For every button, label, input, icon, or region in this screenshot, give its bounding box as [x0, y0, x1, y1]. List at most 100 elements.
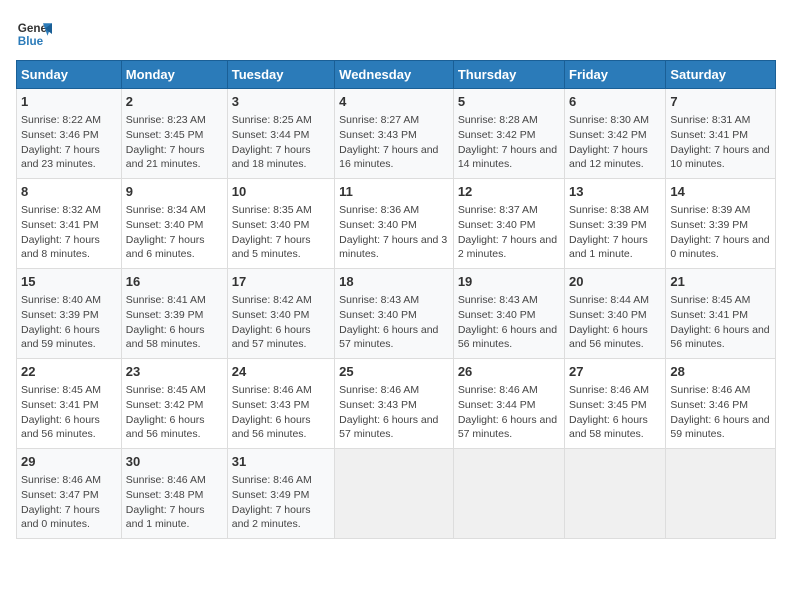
week-row-2: 8 Sunrise: 8:32 AM Sunset: 3:41 PM Dayli… — [17, 179, 776, 269]
day-number: 29 — [21, 453, 117, 471]
header-row: SundayMondayTuesdayWednesdayThursdayFrid… — [17, 61, 776, 89]
logo-icon: General Blue — [16, 16, 52, 52]
day-number: 7 — [670, 93, 771, 111]
day-number: 20 — [569, 273, 661, 291]
day-detail: Sunrise: 8:46 AM Sunset: 3:43 PM Dayligh… — [232, 383, 330, 442]
day-number: 19 — [458, 273, 560, 291]
day-cell: 26 Sunrise: 8:46 AM Sunset: 3:44 PM Dayl… — [453, 359, 564, 449]
day-cell: 16 Sunrise: 8:41 AM Sunset: 3:39 PM Dayl… — [121, 269, 227, 359]
day-detail: Sunrise: 8:37 AM Sunset: 3:40 PM Dayligh… — [458, 203, 560, 262]
day-number: 6 — [569, 93, 661, 111]
day-detail: Sunrise: 8:44 AM Sunset: 3:40 PM Dayligh… — [569, 293, 661, 352]
day-number: 30 — [126, 453, 223, 471]
day-cell: 8 Sunrise: 8:32 AM Sunset: 3:41 PM Dayli… — [17, 179, 122, 269]
day-detail: Sunrise: 8:46 AM Sunset: 3:46 PM Dayligh… — [670, 383, 771, 442]
day-cell: 22 Sunrise: 8:45 AM Sunset: 3:41 PM Dayl… — [17, 359, 122, 449]
day-number: 18 — [339, 273, 449, 291]
day-number: 12 — [458, 183, 560, 201]
day-cell: 10 Sunrise: 8:35 AM Sunset: 3:40 PM Dayl… — [227, 179, 334, 269]
day-detail: Sunrise: 8:45 AM Sunset: 3:42 PM Dayligh… — [126, 383, 223, 442]
day-number: 10 — [232, 183, 330, 201]
day-number: 5 — [458, 93, 560, 111]
day-cell: 21 Sunrise: 8:45 AM Sunset: 3:41 PM Dayl… — [666, 269, 776, 359]
day-number: 28 — [670, 363, 771, 381]
day-cell: 12 Sunrise: 8:37 AM Sunset: 3:40 PM Dayl… — [453, 179, 564, 269]
day-number: 8 — [21, 183, 117, 201]
day-detail: Sunrise: 8:45 AM Sunset: 3:41 PM Dayligh… — [670, 293, 771, 352]
day-cell: 30 Sunrise: 8:46 AM Sunset: 3:48 PM Dayl… — [121, 449, 227, 539]
day-cell: 23 Sunrise: 8:45 AM Sunset: 3:42 PM Dayl… — [121, 359, 227, 449]
week-row-5: 29 Sunrise: 8:46 AM Sunset: 3:47 PM Dayl… — [17, 449, 776, 539]
day-detail: Sunrise: 8:31 AM Sunset: 3:41 PM Dayligh… — [670, 113, 771, 172]
day-number: 3 — [232, 93, 330, 111]
day-number: 14 — [670, 183, 771, 201]
day-number: 13 — [569, 183, 661, 201]
day-detail: Sunrise: 8:41 AM Sunset: 3:39 PM Dayligh… — [126, 293, 223, 352]
day-cell: 15 Sunrise: 8:40 AM Sunset: 3:39 PM Dayl… — [17, 269, 122, 359]
day-detail: Sunrise: 8:43 AM Sunset: 3:40 PM Dayligh… — [339, 293, 449, 352]
day-detail: Sunrise: 8:30 AM Sunset: 3:42 PM Dayligh… — [569, 113, 661, 172]
day-cell: 28 Sunrise: 8:46 AM Sunset: 3:46 PM Dayl… — [666, 359, 776, 449]
day-number: 15 — [21, 273, 117, 291]
day-detail: Sunrise: 8:25 AM Sunset: 3:44 PM Dayligh… — [232, 113, 330, 172]
day-number: 1 — [21, 93, 117, 111]
day-cell: 5 Sunrise: 8:28 AM Sunset: 3:42 PM Dayli… — [453, 89, 564, 179]
day-detail: Sunrise: 8:28 AM Sunset: 3:42 PM Dayligh… — [458, 113, 560, 172]
page-header: General Blue — [16, 16, 776, 52]
day-cell: 11 Sunrise: 8:36 AM Sunset: 3:40 PM Dayl… — [335, 179, 454, 269]
header-cell-friday: Friday — [565, 61, 666, 89]
day-number: 17 — [232, 273, 330, 291]
header-cell-monday: Monday — [121, 61, 227, 89]
day-cell — [565, 449, 666, 539]
day-detail: Sunrise: 8:39 AM Sunset: 3:39 PM Dayligh… — [670, 203, 771, 262]
day-cell: 2 Sunrise: 8:23 AM Sunset: 3:45 PM Dayli… — [121, 89, 227, 179]
day-number: 23 — [126, 363, 223, 381]
day-number: 22 — [21, 363, 117, 381]
day-cell: 3 Sunrise: 8:25 AM Sunset: 3:44 PM Dayli… — [227, 89, 334, 179]
day-cell: 1 Sunrise: 8:22 AM Sunset: 3:46 PM Dayli… — [17, 89, 122, 179]
day-detail: Sunrise: 8:32 AM Sunset: 3:41 PM Dayligh… — [21, 203, 117, 262]
day-detail: Sunrise: 8:46 AM Sunset: 3:49 PM Dayligh… — [232, 473, 330, 532]
day-detail: Sunrise: 8:23 AM Sunset: 3:45 PM Dayligh… — [126, 113, 223, 172]
day-number: 16 — [126, 273, 223, 291]
header-cell-thursday: Thursday — [453, 61, 564, 89]
svg-text:Blue: Blue — [18, 35, 44, 48]
day-detail: Sunrise: 8:40 AM Sunset: 3:39 PM Dayligh… — [21, 293, 117, 352]
day-detail: Sunrise: 8:46 AM Sunset: 3:47 PM Dayligh… — [21, 473, 117, 532]
day-number: 25 — [339, 363, 449, 381]
day-cell: 18 Sunrise: 8:43 AM Sunset: 3:40 PM Dayl… — [335, 269, 454, 359]
day-detail: Sunrise: 8:22 AM Sunset: 3:46 PM Dayligh… — [21, 113, 117, 172]
day-cell: 27 Sunrise: 8:46 AM Sunset: 3:45 PM Dayl… — [565, 359, 666, 449]
header-cell-tuesday: Tuesday — [227, 61, 334, 89]
day-cell: 25 Sunrise: 8:46 AM Sunset: 3:43 PM Dayl… — [335, 359, 454, 449]
day-cell: 7 Sunrise: 8:31 AM Sunset: 3:41 PM Dayli… — [666, 89, 776, 179]
day-cell: 6 Sunrise: 8:30 AM Sunset: 3:42 PM Dayli… — [565, 89, 666, 179]
week-row-1: 1 Sunrise: 8:22 AM Sunset: 3:46 PM Dayli… — [17, 89, 776, 179]
day-number: 26 — [458, 363, 560, 381]
day-cell: 17 Sunrise: 8:42 AM Sunset: 3:40 PM Dayl… — [227, 269, 334, 359]
day-cell: 20 Sunrise: 8:44 AM Sunset: 3:40 PM Dayl… — [565, 269, 666, 359]
day-detail: Sunrise: 8:36 AM Sunset: 3:40 PM Dayligh… — [339, 203, 449, 262]
day-cell — [666, 449, 776, 539]
day-cell: 19 Sunrise: 8:43 AM Sunset: 3:40 PM Dayl… — [453, 269, 564, 359]
week-row-4: 22 Sunrise: 8:45 AM Sunset: 3:41 PM Dayl… — [17, 359, 776, 449]
day-cell: 9 Sunrise: 8:34 AM Sunset: 3:40 PM Dayli… — [121, 179, 227, 269]
day-detail: Sunrise: 8:46 AM Sunset: 3:48 PM Dayligh… — [126, 473, 223, 532]
day-detail: Sunrise: 8:35 AM Sunset: 3:40 PM Dayligh… — [232, 203, 330, 262]
day-number: 21 — [670, 273, 771, 291]
day-detail: Sunrise: 8:34 AM Sunset: 3:40 PM Dayligh… — [126, 203, 223, 262]
day-number: 9 — [126, 183, 223, 201]
day-detail: Sunrise: 8:46 AM Sunset: 3:44 PM Dayligh… — [458, 383, 560, 442]
day-number: 4 — [339, 93, 449, 111]
day-cell: 31 Sunrise: 8:46 AM Sunset: 3:49 PM Dayl… — [227, 449, 334, 539]
day-detail: Sunrise: 8:42 AM Sunset: 3:40 PM Dayligh… — [232, 293, 330, 352]
day-detail: Sunrise: 8:46 AM Sunset: 3:43 PM Dayligh… — [339, 383, 449, 442]
day-detail: Sunrise: 8:38 AM Sunset: 3:39 PM Dayligh… — [569, 203, 661, 262]
day-detail: Sunrise: 8:43 AM Sunset: 3:40 PM Dayligh… — [458, 293, 560, 352]
header-cell-sunday: Sunday — [17, 61, 122, 89]
day-number: 24 — [232, 363, 330, 381]
day-detail: Sunrise: 8:45 AM Sunset: 3:41 PM Dayligh… — [21, 383, 117, 442]
day-number: 27 — [569, 363, 661, 381]
day-cell — [453, 449, 564, 539]
day-number: 2 — [126, 93, 223, 111]
